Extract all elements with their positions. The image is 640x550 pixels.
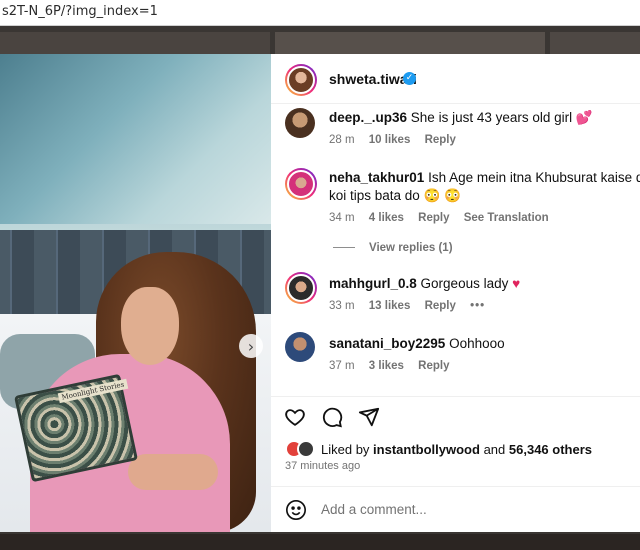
- share-button[interactable]: [357, 405, 381, 429]
- comment-time: 28 m: [329, 134, 355, 146]
- comment-text: Oohhooo: [449, 336, 505, 351]
- reply-button[interactable]: Reply: [418, 212, 449, 224]
- background-post-thumbnail: [0, 534, 640, 550]
- liked-by-user[interactable]: instantbollywood: [373, 442, 480, 457]
- comment-likes[interactable]: 10 likes: [369, 134, 411, 146]
- comment-username[interactable]: mahhgurl_0.8: [329, 276, 417, 291]
- comment: deep._.up36 She is just 43 years old gir…: [271, 106, 640, 156]
- reply-button[interactable]: Reply: [425, 134, 456, 146]
- comment-likes[interactable]: 3 likes: [369, 360, 404, 372]
- liker-avatar[interactable]: [297, 440, 315, 458]
- address-bar[interactable]: s2T-N_6P/?img_index=1: [0, 0, 640, 26]
- comment-username[interactable]: deep._.up36: [329, 110, 407, 125]
- view-replies-button[interactable]: View replies (1): [333, 242, 453, 254]
- comment: sanatani_boy2295 Oohhooo 37 m 3 likes Re…: [271, 330, 640, 380]
- commenter-avatar[interactable]: [285, 108, 315, 138]
- likes-count[interactable]: 56,346 others: [509, 442, 592, 457]
- more-options-icon[interactable]: •••: [470, 300, 485, 312]
- commenter-avatar[interactable]: [285, 272, 317, 304]
- add-comment-bar: Add a comment...: [271, 486, 640, 532]
- background-post-thumbnail: [0, 32, 270, 54]
- comment-time: 37 m: [329, 360, 355, 372]
- emoji-button[interactable]: [285, 499, 307, 526]
- comment-username[interactable]: neha_takhur01: [329, 170, 424, 185]
- commenter-avatar[interactable]: [285, 168, 317, 200]
- comment-text-continued: koi tips bata do 😳 😳: [329, 188, 461, 203]
- post-details-panel: shweta.tiwari ✓ deep._.up36 She is just …: [271, 54, 640, 532]
- paper-plane-icon: [358, 407, 380, 427]
- comment-button[interactable]: [320, 405, 344, 429]
- comment-bubble-icon: [322, 407, 343, 428]
- url-text[interactable]: s2T-N_6P/?img_index=1: [2, 4, 158, 19]
- divider: [333, 247, 355, 249]
- smiley-icon: [286, 500, 306, 520]
- comment: neha_takhur01 Ish Age mein itna Khubsura…: [271, 166, 640, 236]
- like-button[interactable]: [283, 405, 307, 429]
- comment-text: Ish Age mein itna Khubsurat kaise dikh s…: [428, 170, 640, 185]
- comment-input[interactable]: Add a comment...: [321, 502, 427, 517]
- post-actions: [271, 396, 640, 436]
- comment-likes[interactable]: 4 likes: [369, 212, 404, 224]
- commenter-avatar[interactable]: [285, 332, 315, 362]
- comment-time: 34 m: [329, 212, 355, 224]
- post-image: Moonlight Stories ›: [0, 54, 271, 532]
- reply-button[interactable]: Reply: [418, 360, 449, 372]
- next-image-button[interactable]: ›: [239, 334, 263, 358]
- comment: mahhgurl_0.8 Gorgeous lady ♥ 33 m 13 lik…: [271, 270, 640, 320]
- comment-username[interactable]: sanatani_boy2295: [329, 336, 445, 351]
- comment-text: She is just 43 years old girl 💕: [410, 110, 593, 125]
- comment-likes[interactable]: 13 likes: [369, 300, 411, 312]
- background-post-thumbnail: [275, 32, 545, 54]
- see-translation-button[interactable]: See Translation: [464, 212, 549, 224]
- comment-time: 33 m: [329, 300, 355, 312]
- verified-badge-icon: ✓: [403, 72, 416, 85]
- red-heart-emoji-icon: ♥: [512, 276, 521, 291]
- author-avatar[interactable]: [285, 64, 317, 96]
- post-header: shweta.tiwari ✓: [271, 54, 640, 104]
- comment-text: Gorgeous lady: [420, 276, 509, 291]
- post-time[interactable]: 37 minutes ago: [285, 460, 360, 472]
- likes-summary: Liked by instantbollywood and 56,346 oth…: [285, 440, 640, 460]
- reply-button[interactable]: Reply: [425, 300, 456, 312]
- chevron-right-icon: ›: [247, 336, 255, 356]
- background-post-thumbnail: [550, 32, 640, 54]
- heart-icon: [285, 409, 305, 426]
